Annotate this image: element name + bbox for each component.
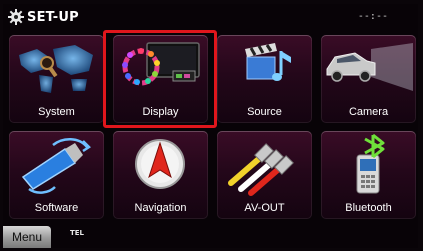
tile-label-source: Source — [247, 106, 282, 118]
tile-label-av-out: AV-OUT — [244, 202, 285, 214]
gear-icon — [8, 9, 24, 25]
navigation-arrow-icon — [135, 139, 185, 189]
tile-display[interactable]: Display — [113, 35, 208, 123]
tile-av-out[interactable]: AV-OUT — [217, 131, 312, 219]
tile-label-camera: Camera — [348, 106, 389, 118]
footer-bar: Menu TEL — [3, 226, 418, 248]
world-map-icon — [19, 45, 93, 93]
tile-label-software: Software — [34, 202, 79, 214]
tile-label-navigation: Navigation — [134, 202, 187, 214]
tile-label-system: System — [38, 106, 75, 118]
tile-software[interactable]: Software — [9, 131, 104, 219]
tile-source[interactable]: Source — [217, 35, 312, 123]
usb-memory-icon — [21, 138, 91, 194]
tel-indicator: TEL — [70, 229, 85, 237]
header-bar: SET-UP --:-- — [3, 4, 418, 30]
tile-bluetooth[interactable]: Bluetooth — [321, 131, 416, 219]
page-title: SET-UP — [27, 10, 79, 25]
tile-system[interactable]: System — [9, 35, 104, 123]
tile-label-bluetooth: Bluetooth — [345, 202, 392, 214]
car-camera-icon — [326, 43, 413, 91]
tile-navigation[interactable]: Navigation — [113, 131, 208, 219]
display-icon — [122, 42, 200, 86]
clock-display: --:-- — [357, 11, 388, 22]
bluetooth-phone-icon — [356, 133, 385, 194]
clapper-music-icon — [245, 43, 291, 81]
setup-screen: SET-UP --:-- System Display Source Camer… — [3, 4, 418, 248]
rca-cables-icon — [228, 143, 294, 196]
menu-button[interactable]: Menu — [3, 226, 51, 248]
tile-camera[interactable]: Camera — [321, 35, 416, 123]
tile-label-display: Display — [142, 106, 179, 118]
